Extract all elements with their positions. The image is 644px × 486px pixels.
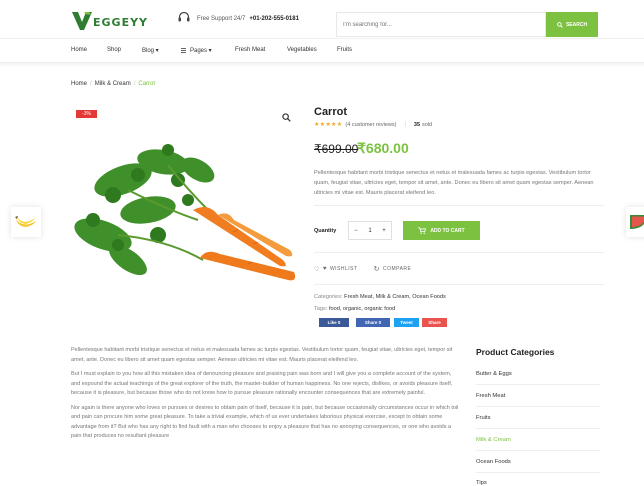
sale-price: ₹680.00 xyxy=(357,140,409,156)
breadcrumb-home[interactable]: Home xyxy=(71,81,87,87)
product-title: Carrot xyxy=(314,106,348,118)
divider xyxy=(476,450,600,451)
category-item[interactable]: Ocean Foods xyxy=(476,459,511,465)
tags-label: Tags: xyxy=(314,306,328,312)
top-header: EGGEYY Free Support 24/7 +01-202-555-018… xyxy=(0,0,644,38)
category-item[interactable]: Fresh Meat xyxy=(476,393,505,399)
menu-icon xyxy=(181,48,186,53)
category-item[interactable]: Tips xyxy=(476,480,487,486)
categories-value[interactable]: Fresh Meat, Milk & Cream, Ocean Foods xyxy=(344,294,446,300)
breadcrumb: Home / Milk & Cream / Carrot xyxy=(71,81,156,87)
wishlist-link[interactable]: ♡ ♥ WISHLIST xyxy=(314,266,358,273)
quantity-label: Quantity xyxy=(314,228,337,234)
nav-shadow xyxy=(0,63,644,67)
quantity-value[interactable]: 1 xyxy=(368,228,371,234)
facebook-share-button[interactable]: Share 0 xyxy=(356,318,390,327)
categories-meta: Categories: Fresh Meat, Milk & Cream, Oc… xyxy=(314,294,446,300)
support-phone[interactable]: +01-202-555-0181 xyxy=(249,16,299,22)
share-button[interactable]: Share xyxy=(422,318,447,327)
nav-item-home[interactable]: Home xyxy=(71,47,87,53)
heart-filled-icon: ♥ xyxy=(322,266,327,272)
wishlist-label: WISHLIST xyxy=(329,266,358,272)
quantity-minus-button[interactable]: − xyxy=(354,228,358,234)
banana-thumbnail[interactable] xyxy=(11,207,41,237)
search-input[interactable] xyxy=(336,12,546,37)
logo-v-icon xyxy=(72,12,92,30)
divider xyxy=(314,284,604,285)
breadcrumb-category[interactable]: Milk & Cream xyxy=(95,81,131,87)
nav-item-vegetables[interactable]: Vegetables xyxy=(287,47,317,53)
search-button-label: SEARCH xyxy=(565,21,588,28)
banana-icon xyxy=(15,216,36,227)
nav-item-pages[interactable]: Pages ▾ xyxy=(181,47,212,54)
logo-text: EGGEYY xyxy=(93,16,149,29)
review-count[interactable]: (4 customer reviews) xyxy=(345,122,396,128)
product-details: Pellentesque habitant morbi tristique se… xyxy=(71,346,461,447)
sold-label: sold xyxy=(422,121,433,128)
support-label: Free Support 24/7 xyxy=(197,16,246,22)
carrot-product-image xyxy=(74,144,296,281)
add-to-cart-button[interactable]: ADD TO CART xyxy=(403,221,480,240)
divider xyxy=(476,406,600,407)
breadcrumb-current: Carrot xyxy=(138,81,156,87)
nav-item-shop[interactable]: Shop xyxy=(107,47,121,53)
heart-icon: ♡ xyxy=(314,266,320,273)
support-info: Free Support 24/7 +01-202-555-0181 xyxy=(178,12,299,23)
categories-title: Product Categories xyxy=(476,347,555,357)
nav-item-blog[interactable]: Blog ▾ xyxy=(142,47,159,54)
logo[interactable]: EGGEYY xyxy=(72,12,148,30)
rating-stars: ★★★★★ xyxy=(314,122,343,128)
twitter-tweet-button[interactable]: Tweet xyxy=(394,318,419,327)
category-item-active[interactable]: Milk & Cream xyxy=(476,437,511,443)
old-price: ₹699.00 xyxy=(314,142,359,156)
facebook-like-button[interactable]: Like 0 xyxy=(319,318,349,327)
details-paragraph: Pellentesque habitant morbi tristique se… xyxy=(71,347,453,363)
quantity-plus-button[interactable]: + xyxy=(382,228,386,234)
divider xyxy=(314,252,604,253)
nav-item-fruits[interactable]: Fruits xyxy=(337,47,352,53)
details-paragraph: But I must explain to you how all this m… xyxy=(71,371,453,396)
sold-count: 35 xyxy=(413,121,421,128)
cart-icon xyxy=(418,227,427,234)
divider xyxy=(476,428,600,429)
tags-value[interactable]: food, organic, organic food xyxy=(329,306,395,312)
main-nav: Home Shop Blog ▾ Pages ▾ Fresh Meat Vege… xyxy=(0,38,644,63)
sale-badge: -3% xyxy=(76,110,97,118)
details-paragraph: Nor again is there anyone who loves or p… xyxy=(71,404,459,440)
divider xyxy=(476,384,600,385)
quantity-stepper: − 1 + xyxy=(348,221,392,240)
categories-label: Categories: xyxy=(314,294,343,300)
search-icon xyxy=(557,21,563,28)
zoom-icon[interactable] xyxy=(282,113,291,122)
category-item[interactable]: Butter & Eggs xyxy=(476,371,512,377)
nav-item-pages-label: Pages ▾ xyxy=(190,48,212,54)
tags-meta: Tags: food, organic, organic food xyxy=(314,306,395,312)
search-button[interactable]: SEARCH xyxy=(546,12,598,37)
divider xyxy=(476,472,600,473)
category-item[interactable]: Fruits xyxy=(476,415,491,421)
watermelon-icon xyxy=(630,215,644,229)
wishlist-compare-row: ♡ ♥ WISHLIST ↻ COMPARE xyxy=(314,265,411,273)
compare-label: COMPARE xyxy=(382,266,412,272)
compare-link[interactable]: ↻ COMPARE xyxy=(374,265,412,273)
refresh-icon: ↻ xyxy=(373,266,380,273)
nav-item-fresh-meat[interactable]: Fresh Meat xyxy=(235,47,265,53)
add-to-cart-label: ADD TO CART xyxy=(430,227,465,234)
headset-icon xyxy=(178,12,190,22)
watermelon-thumbnail[interactable] xyxy=(626,207,644,237)
rating-row: ★★★★★ (4 customer reviews) | 35 sold xyxy=(314,121,433,129)
short-description: Pellentesque habitant morbi tristique se… xyxy=(314,170,594,196)
divider xyxy=(314,205,604,206)
